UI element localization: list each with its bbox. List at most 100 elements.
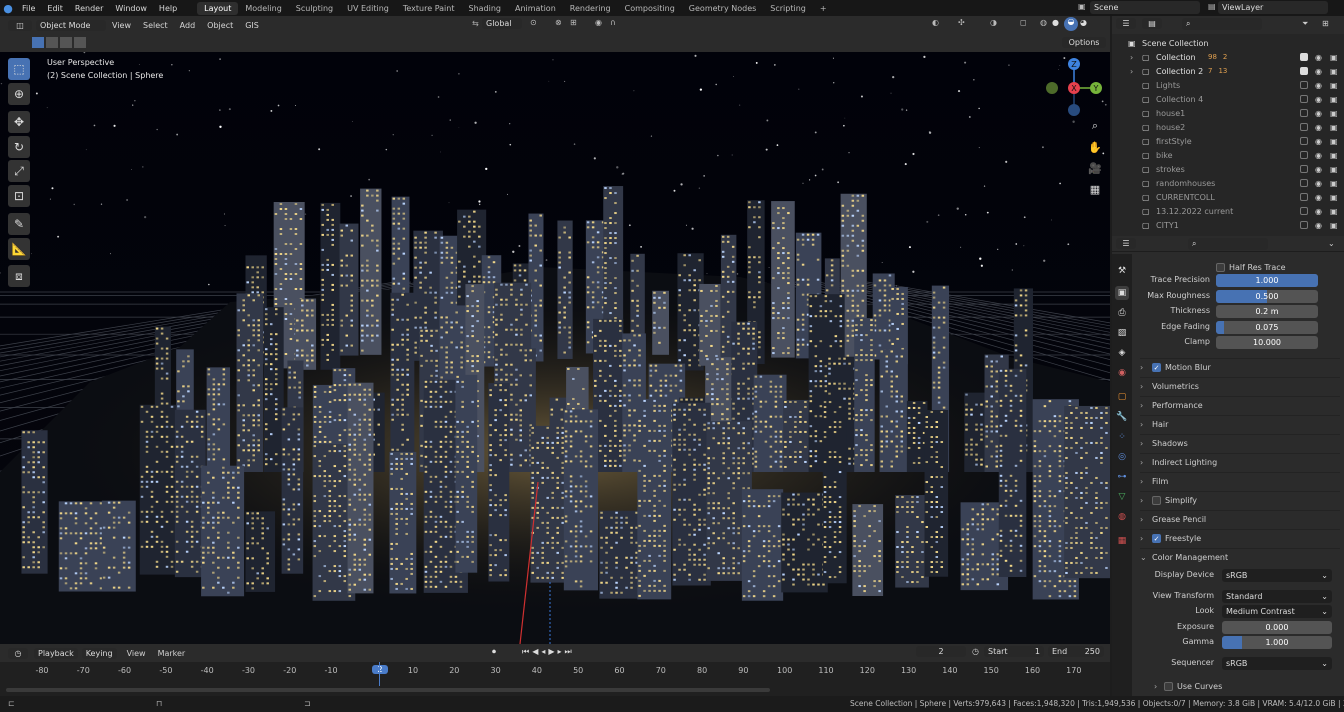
window-light — [461, 555, 464, 558]
workspace-tab-modeling[interactable]: Modeling — [238, 2, 288, 15]
window-light — [556, 541, 559, 544]
snap-target-icon[interactable]: ⊞ — [570, 18, 577, 27]
window-light — [539, 249, 542, 252]
window-light — [900, 435, 904, 438]
window-light — [653, 399, 656, 402]
pivot-point-icon[interactable]: ⊙ — [530, 18, 537, 27]
window-light — [779, 375, 783, 378]
solid-shading-icon[interactable]: ● — [1052, 18, 1059, 27]
window-light — [609, 394, 612, 397]
window-light — [721, 345, 725, 348]
window-light — [777, 312, 780, 315]
window-light — [912, 461, 916, 464]
editor-type-button[interactable]: ◫ — [8, 19, 32, 31]
workspace-tab-layout[interactable]: Layout — [197, 1, 239, 15]
window-light — [683, 508, 686, 511]
select-new-icon[interactable] — [32, 37, 44, 48]
window-light — [614, 232, 617, 235]
window-light — [395, 582, 398, 585]
blender-logo-icon[interactable]: ● — [0, 0, 16, 16]
menu-edit[interactable]: Edit — [41, 4, 69, 13]
mode-selector[interactable]: Object Mode — [36, 19, 106, 31]
header-menu-object[interactable]: Object — [201, 21, 239, 30]
view-layer-icon[interactable]: ▤ — [1208, 2, 1216, 11]
header-menu-gis[interactable]: GIS — [239, 21, 265, 30]
window-light — [839, 295, 843, 298]
window-light — [614, 354, 617, 357]
workspace-tab-scripting[interactable]: Scripting — [763, 2, 813, 15]
window-light — [698, 443, 701, 446]
window-light — [980, 428, 983, 431]
window-light — [338, 495, 342, 498]
window-light — [841, 224, 845, 227]
window-light — [333, 510, 337, 513]
window-light — [160, 515, 164, 518]
proportional-edit-icon[interactable]: ◉ — [595, 18, 602, 27]
window-light — [155, 405, 159, 408]
overlays-icon[interactable]: ◑ — [990, 18, 997, 27]
window-light — [828, 362, 831, 365]
workspace-tab-shading[interactable]: Shading — [461, 2, 508, 15]
star — [766, 119, 769, 122]
window-light — [207, 393, 211, 396]
window-light — [536, 516, 539, 519]
window-light — [777, 242, 780, 245]
gizmo-toggle-icon[interactable]: ✣ — [958, 18, 965, 27]
star — [509, 123, 511, 125]
workspace-tab-geometry-nodes[interactable]: Geometry Nodes — [682, 2, 763, 15]
window-light — [323, 475, 327, 478]
menu-file[interactable]: File — [16, 4, 41, 13]
window-light — [292, 468, 296, 471]
window-light — [361, 214, 364, 217]
window-light — [564, 410, 568, 413]
workspace-tab-rendering[interactable]: Rendering — [563, 2, 618, 15]
select-intersect-icon[interactable] — [74, 37, 86, 48]
window-light — [774, 450, 778, 453]
rendered-shading-icon[interactable]: ◕ — [1080, 18, 1087, 27]
window-light — [499, 514, 502, 517]
menu-render[interactable]: Render — [69, 4, 109, 13]
window-light — [456, 550, 459, 553]
material-shading-icon[interactable]: ◒ — [1064, 17, 1078, 31]
select-extend-icon[interactable] — [46, 37, 58, 48]
visibility-icon[interactable]: ◐ — [932, 18, 939, 27]
window-light — [287, 563, 291, 566]
menu-help[interactable]: Help — [153, 4, 183, 13]
scene-icon[interactable]: ▣ — [1078, 2, 1090, 14]
header-menu-view[interactable]: View — [106, 21, 137, 30]
window-light — [430, 334, 433, 337]
window-light — [579, 455, 583, 458]
xray-icon[interactable]: ◻ — [1020, 18, 1027, 27]
window-light — [779, 395, 783, 398]
view-layer-selector[interactable]: ViewLayer — [1218, 1, 1328, 14]
options-dropdown[interactable]: Options — [1062, 37, 1106, 48]
window-light — [160, 540, 164, 543]
scene-selector[interactable]: Scene — [1090, 1, 1200, 14]
falloff-icon[interactable]: ∩ — [610, 18, 616, 27]
workspace-tab-texture-paint[interactable]: Texture Paint — [396, 2, 462, 15]
window-light — [531, 431, 534, 434]
menu-window[interactable]: Window — [109, 4, 153, 13]
window-light — [539, 339, 542, 342]
transform-orientation-dropdown[interactable]: Global — [482, 18, 522, 29]
workspace-tab-animation[interactable]: Animation — [508, 2, 563, 15]
workspace-tab-uv-editing[interactable]: UV Editing — [340, 2, 396, 15]
window-light — [420, 329, 423, 332]
workspace-tab-compositing[interactable]: Compositing — [618, 2, 682, 15]
add-workspace-button[interactable]: + — [813, 2, 834, 15]
window-light — [700, 289, 703, 292]
window-light — [473, 240, 476, 243]
3d-viewport[interactable]: User Perspective (2) Scene Collection | … — [0, 52, 1110, 644]
header-menu-add[interactable]: Add — [174, 21, 202, 30]
header-menu-select[interactable]: Select — [137, 21, 174, 30]
window-light — [190, 540, 194, 543]
window-light — [358, 398, 362, 401]
window-light — [804, 405, 807, 408]
window-light — [257, 439, 260, 442]
window-light — [604, 227, 607, 230]
window-light — [410, 507, 413, 510]
workspace-tab-sculpting[interactable]: Sculpting — [289, 2, 340, 15]
snap-icon[interactable]: ⊗ — [555, 18, 562, 27]
select-subtract-icon[interactable] — [60, 37, 72, 48]
wireframe-shading-icon[interactable]: ◍ — [1040, 18, 1047, 27]
